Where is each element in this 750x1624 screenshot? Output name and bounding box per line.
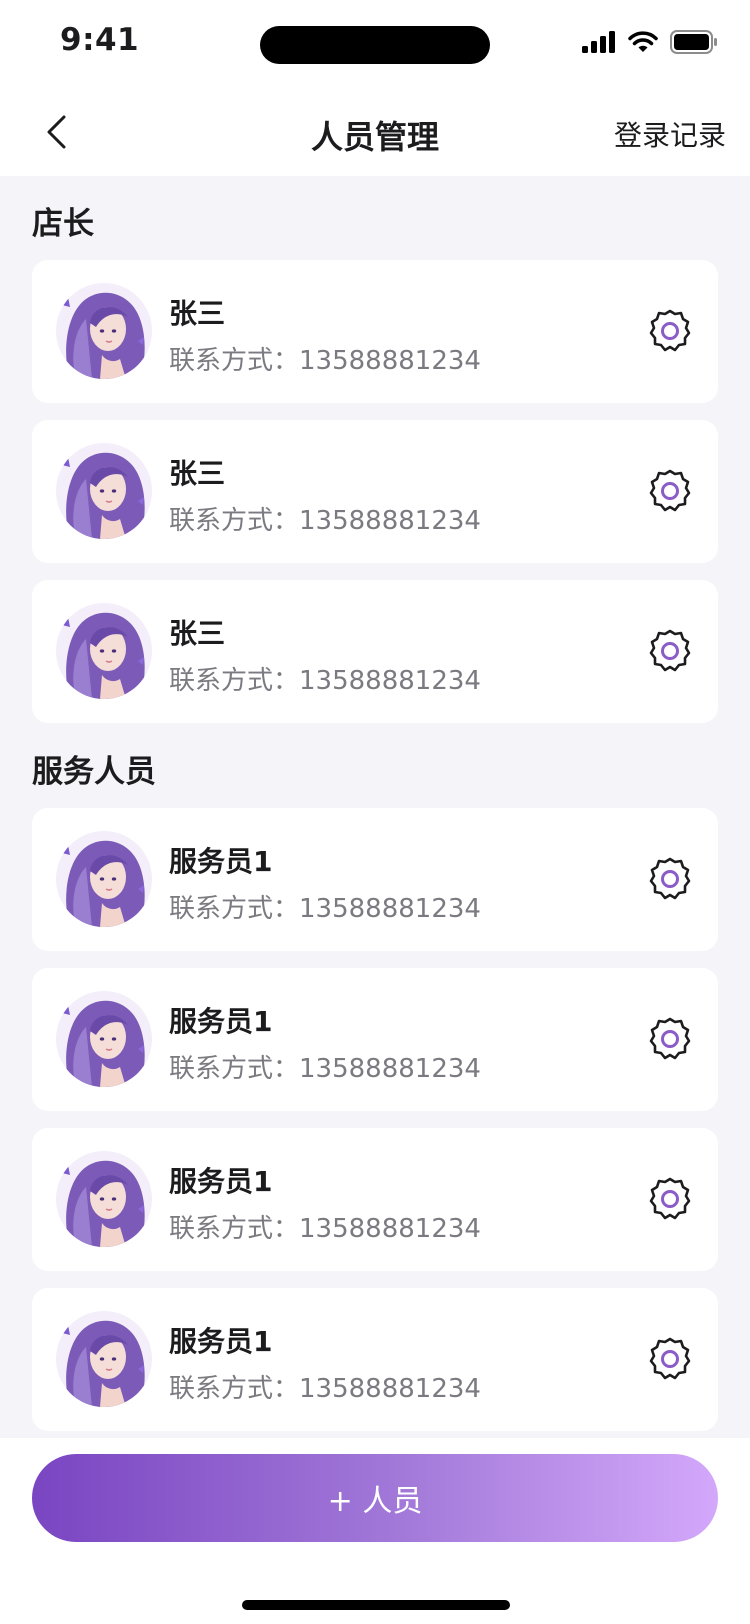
member-card[interactable]: 服务员1 联系方式：13588881234 [32,968,718,1111]
nav-bar: 人员管理 登录记录 [0,88,750,176]
member-name: 服务员1 [169,845,273,878]
avatar [56,831,152,927]
avatar [56,1311,152,1407]
member-card[interactable]: 服务员1 联系方式：13588881234 [32,1128,718,1271]
status-bar: 9:41 [0,0,750,88]
avatar [56,603,152,699]
status-time: 9:41 [60,22,140,58]
avatar [56,991,152,1087]
add-member-button[interactable]: + 人员 [32,1454,718,1542]
avatar [56,443,152,539]
login-records-link[interactable]: 登录记录 [614,114,726,154]
member-card[interactable]: 服务员1 联系方式：13588881234 [32,1288,718,1431]
gear-icon[interactable] [646,467,694,515]
bottom-bar: + 人员 [0,1438,750,1624]
member-name: 张三 [169,297,226,330]
gear-icon[interactable] [646,1175,694,1223]
avatar [56,283,152,379]
member-name: 服务员1 [169,1325,273,1358]
gear-icon[interactable] [646,1335,694,1383]
dynamic-island [260,26,490,64]
member-card[interactable]: 张三 联系方式：13588881234 [32,580,718,723]
member-contact: 联系方式：13588881234 [169,666,481,696]
member-card[interactable]: 张三 联系方式：13588881234 [32,420,718,563]
gear-icon[interactable] [646,627,694,675]
signal-icon [582,31,615,53]
member-contact: 联系方式：13588881234 [169,346,481,376]
member-name: 服务员1 [169,1005,273,1038]
gear-icon[interactable] [646,1015,694,1063]
gear-icon[interactable] [646,855,694,903]
member-name: 张三 [169,457,226,490]
member-contact: 联系方式：13588881234 [169,1214,481,1244]
member-name: 服务员1 [169,1165,273,1198]
gear-icon[interactable] [646,307,694,355]
member-contact: 联系方式：13588881234 [169,894,481,924]
wifi-icon [628,31,658,52]
member-contact: 联系方式：13588881234 [169,1374,481,1404]
member-contact: 联系方式：13588881234 [169,506,481,536]
member-name: 张三 [169,617,226,650]
status-icons [582,30,718,54]
member-card[interactable]: 张三 联系方式：13588881234 [32,260,718,403]
section-title-staff: 服务人员 [32,754,156,790]
avatar [56,1151,152,1247]
home-indicator [242,1600,510,1610]
member-contact: 联系方式：13588881234 [169,1054,481,1084]
battery-icon [670,30,717,54]
member-card[interactable]: 服务员1 联系方式：13588881234 [32,808,718,951]
section-title-manager: 店长 [32,206,94,242]
